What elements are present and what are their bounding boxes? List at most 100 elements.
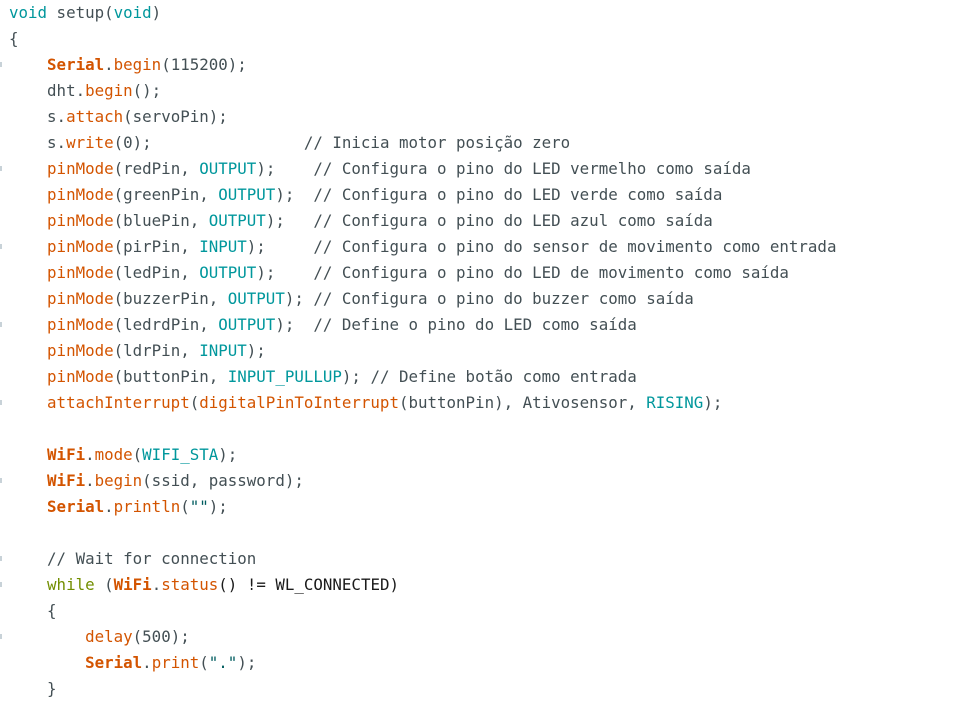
- code-line[interactable]: }: [9, 676, 57, 702]
- code-token: INPUT: [199, 237, 247, 256]
- code-token: .: [142, 653, 152, 672]
- code-line[interactable]: {: [9, 598, 57, 624]
- code-line[interactable]: Serial.println("");: [9, 494, 228, 520]
- code-token: (ldrPin,: [113, 341, 200, 360]
- gutter-marker: [0, 62, 2, 67]
- code-token: Serial: [47, 497, 105, 516]
- code-token: delay: [85, 627, 133, 646]
- code-token: // Configura o pino do LED azul como saí…: [313, 211, 713, 230]
- code-line[interactable]: pinMode(ledrdPin, OUTPUT); // Define o p…: [9, 312, 637, 338]
- gutter-marker: [0, 634, 2, 639]
- code-token: // Configura o pino do LED verde como sa…: [313, 185, 723, 204]
- code-token: // Define botão como entrada: [370, 367, 637, 386]
- code-token: (ledrdPin,: [113, 315, 219, 334]
- code-line[interactable]: Serial.begin(115200);: [9, 52, 247, 78]
- code-token: digitalPinToInterrupt: [199, 393, 399, 412]
- code-line[interactable]: dht.begin();: [9, 78, 161, 104]
- code-token: {: [9, 601, 57, 620]
- code-token: // Wait for connection: [47, 549, 257, 568]
- code-line[interactable]: pinMode(ldrPin, INPUT);: [9, 338, 266, 364]
- code-token: );: [256, 263, 314, 282]
- code-token: // Configura o pino do LED vermelho como…: [313, 159, 751, 178]
- code-token: begin: [85, 81, 133, 100]
- gutter-marker: [0, 400, 2, 405]
- code-token: dht.: [9, 81, 86, 100]
- code-token: );: [246, 341, 266, 360]
- code-line[interactable]: pinMode(buzzerPin, OUTPUT); // Configura…: [9, 286, 694, 312]
- code-token: s.: [9, 133, 67, 152]
- gutter-marker: [0, 556, 2, 561]
- code-token: print: [151, 653, 200, 672]
- code-token: RISING: [646, 393, 704, 412]
- code-token: // Inicia motor posição zero: [303, 133, 571, 152]
- code-token: ): [151, 3, 162, 22]
- code-token: }: [9, 679, 57, 698]
- code-token: void: [9, 3, 48, 22]
- code-line[interactable]: WiFi.begin(ssid, password);: [9, 468, 304, 494]
- code-token: );: [275, 315, 314, 334]
- code-token: // Define o pino do LED como saída: [313, 315, 637, 334]
- code-token: {: [9, 29, 19, 48]
- code-line[interactable]: pinMode(buttonPin, INPUT_PULLUP); // Def…: [9, 364, 637, 390]
- code-token: (servoPin);: [123, 107, 228, 126]
- code-line[interactable]: void setup(void): [9, 0, 161, 26]
- code-token: pinMode: [47, 159, 114, 178]
- code-token: (bluePin,: [113, 211, 209, 230]
- code-line[interactable]: pinMode(redPin, OUTPUT); // Configura o …: [9, 156, 751, 182]
- code-token: .: [85, 445, 95, 464]
- code-token: pinMode: [47, 263, 114, 282]
- code-line[interactable]: s.attach(servoPin);: [9, 104, 228, 130]
- code-token: );: [265, 211, 314, 230]
- code-line[interactable]: pinMode(greenPin, OUTPUT); // Configura …: [9, 182, 722, 208]
- code-token: pinMode: [47, 367, 114, 386]
- code-token: WiFi: [47, 471, 86, 490]
- code-line[interactable]: pinMode(ledPin, OUTPUT); // Configura o …: [9, 260, 789, 286]
- code-token: Serial: [47, 55, 105, 74]
- gutter-marker: [0, 478, 2, 483]
- code-token: "": [189, 497, 209, 516]
- code-token: .: [151, 575, 162, 594]
- code-token: (ledPin,: [113, 263, 200, 282]
- gutter-marker: [0, 322, 2, 327]
- code-token: (pirPin,: [113, 237, 200, 256]
- code-token: (redPin,: [113, 159, 200, 178]
- code-token: );: [341, 367, 371, 386]
- code-line[interactable]: pinMode(bluePin, OUTPUT); // Configura o…: [9, 208, 713, 234]
- code-editor[interactable]: void setup(void){ Serial.begin(115200); …: [0, 0, 979, 722]
- code-line[interactable]: s.write(0); // Inicia motor posição zero: [9, 130, 570, 156]
- code-token: begin: [113, 55, 162, 74]
- code-line[interactable]: {: [9, 26, 19, 52]
- code-token: pinMode: [47, 315, 114, 334]
- code-line[interactable]: attachInterrupt(digitalPinToInterrupt(bu…: [9, 390, 722, 416]
- code-line[interactable]: delay(500);: [9, 624, 190, 650]
- code-line[interactable]: Serial.print(".");: [9, 650, 256, 676]
- code-token: );: [275, 185, 314, 204]
- code-token: s.: [9, 107, 67, 126]
- code-token: .: [85, 471, 95, 490]
- code-line[interactable]: pinMode(pirPin, INPUT); // Configura o p…: [9, 234, 836, 260]
- code-token: OUTPUT: [199, 159, 257, 178]
- code-token: (buttonPin), Ativosensor,: [398, 393, 647, 412]
- code-token: // Configura o pino do buzzer como saída: [313, 289, 694, 308]
- code-token: INPUT: [199, 341, 247, 360]
- code-token: OUTPUT: [227, 289, 285, 308]
- code-line[interactable]: while (WiFi.status() != WL_CONNECTED): [9, 572, 399, 598]
- code-token: );: [246, 237, 314, 256]
- code-token: () != WL_CONNECTED): [218, 575, 399, 594]
- code-line[interactable]: WiFi.mode(WIFI_STA);: [9, 442, 237, 468]
- code-token: while: [47, 575, 95, 594]
- code-token: WIFI_STA: [142, 445, 219, 464]
- code-line[interactable]: // Wait for connection: [9, 546, 256, 572]
